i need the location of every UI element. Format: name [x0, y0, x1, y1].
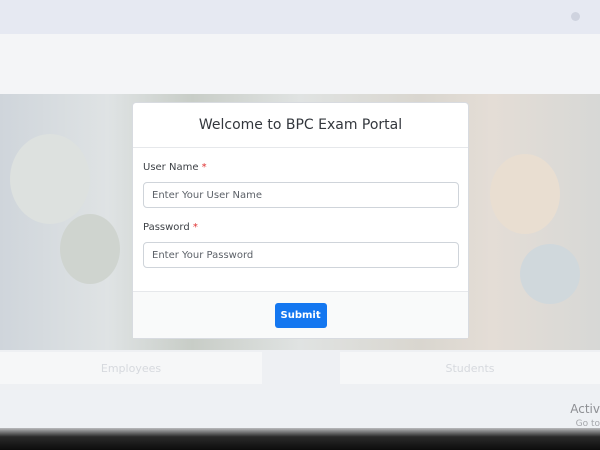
- submit-button[interactable]: Submit: [274, 302, 327, 328]
- required-mark: *: [192, 222, 198, 233]
- background-card-employees: Employees: [0, 352, 262, 384]
- background-navbar: [0, 34, 600, 94]
- background-card-students: Students: [340, 352, 600, 384]
- username-label-text: User Name: [143, 162, 199, 173]
- username-input[interactable]: [143, 182, 459, 208]
- login-form: User Name * Password *: [133, 162, 468, 268]
- windows-activation-title: Activ: [570, 402, 600, 416]
- login-card: Welcome to BPC Exam Portal User Name * P…: [132, 102, 469, 339]
- password-label: Password *: [143, 222, 458, 233]
- background-card-label: Students: [445, 361, 495, 375]
- login-card-footer: Submit: [133, 291, 468, 338]
- page: Employees Students Activ Go to Welcome t…: [0, 0, 600, 450]
- background-card-label: Employees: [100, 361, 162, 375]
- required-mark: *: [201, 162, 207, 173]
- page-title: Welcome to BPC Exam Portal: [198, 117, 403, 133]
- taskbar-edge: [0, 428, 600, 450]
- username-label: User Name *: [143, 162, 458, 173]
- login-card-header: Welcome to BPC Exam Portal: [133, 103, 468, 148]
- password-label-text: Password: [143, 222, 190, 233]
- password-input[interactable]: [143, 242, 459, 268]
- background-topbar: [0, 0, 600, 34]
- user-icon: [571, 12, 580, 21]
